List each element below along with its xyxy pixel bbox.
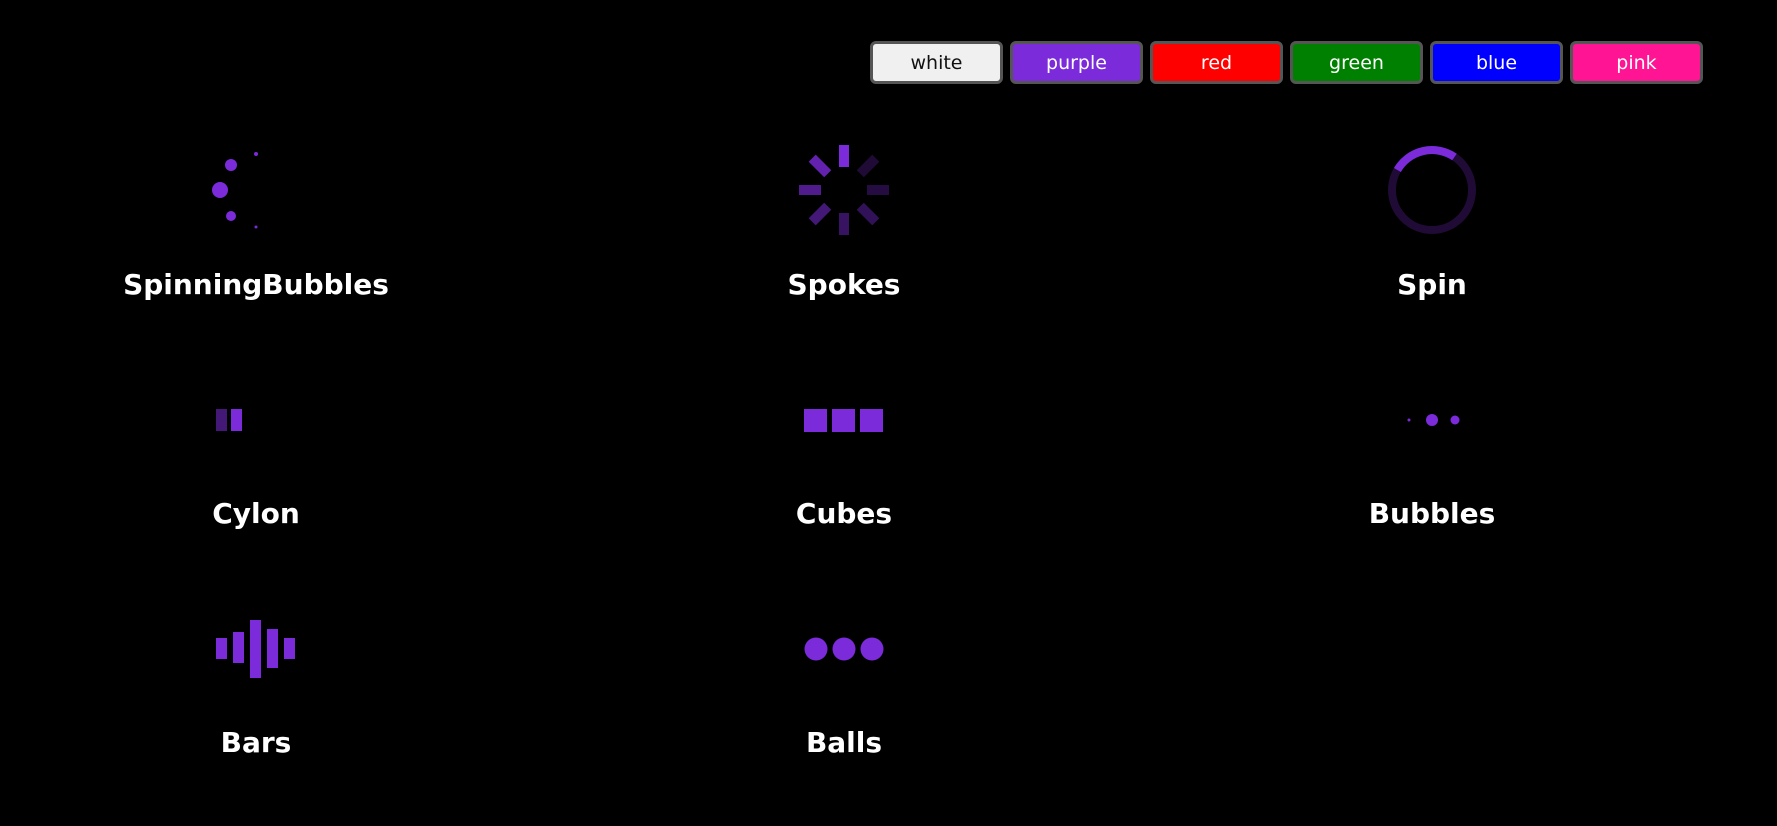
spokes-icon — [799, 145, 889, 235]
color-button-white[interactable]: white — [870, 41, 1003, 84]
loader-card-cubes: Cubes — [644, 374, 1044, 574]
loader-label: Cylon — [212, 497, 300, 530]
spinning-bubbles-icon — [211, 145, 301, 235]
loader-label: Bubbles — [1368, 497, 1496, 530]
cylon-icon — [211, 374, 301, 464]
loader-card-spin: Spin — [1232, 145, 1632, 345]
loader-gallery-page: white purple red green blue pink Spinnin… — [0, 0, 1777, 826]
color-button-green[interactable]: green — [1290, 41, 1423, 84]
loader-card-bars: Bars — [56, 603, 456, 803]
loader-card-balls: Balls — [644, 603, 1044, 803]
loader-label: SpinningBubbles — [123, 268, 389, 301]
loader-card-spinning-bubbles: SpinningBubbles — [56, 145, 456, 345]
spin-icon — [1387, 145, 1477, 235]
loader-label: Spin — [1397, 268, 1467, 301]
bars-icon — [211, 603, 301, 693]
bubbles-icon — [1387, 374, 1477, 464]
loader-label: Balls — [805, 726, 883, 759]
loader-label: Bars — [220, 726, 292, 759]
loader-card-spokes: Spokes — [644, 145, 1044, 345]
loader-card-bubbles: Bubbles — [1232, 374, 1632, 574]
color-button-purple[interactable]: purple — [1010, 41, 1143, 84]
loader-label: Cubes — [795, 497, 893, 530]
balls-icon — [799, 603, 889, 693]
loader-label: Spokes — [787, 268, 901, 301]
color-button-blue[interactable]: blue — [1430, 41, 1563, 84]
cubes-icon — [799, 374, 889, 464]
color-picker-bar: white purple red green blue pink — [870, 41, 1703, 84]
color-button-pink[interactable]: pink — [1570, 41, 1703, 84]
color-button-red[interactable]: red — [1150, 41, 1283, 84]
loader-card-cylon: Cylon — [56, 374, 456, 574]
